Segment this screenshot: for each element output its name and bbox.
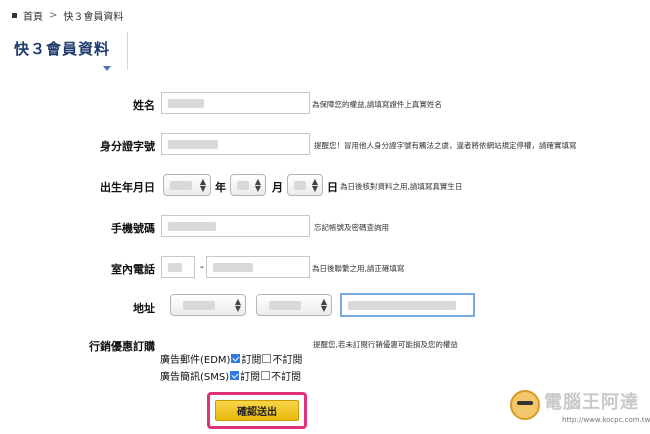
page-title: 快３會員資料 bbox=[14, 40, 111, 58]
triangle-down-icon bbox=[103, 66, 111, 71]
id-number-label: 身分證字號 bbox=[100, 140, 155, 153]
sms-label: 廣告簡訊(SMS) bbox=[160, 372, 230, 383]
mascot-icon bbox=[510, 390, 540, 420]
title-section: 快３會員資料 bbox=[0, 28, 650, 71]
name-hint: 為保障您的權益,請填寫證件上真實姓名 bbox=[312, 100, 442, 109]
phone-hint: 為日後聯繫之用,請正確填寫 bbox=[312, 264, 405, 273]
sms-unsubscribe-checkbox[interactable] bbox=[261, 371, 271, 380]
phone-area-input[interactable] bbox=[161, 256, 195, 278]
watermark-url: http://www.kocpc.com.tw bbox=[562, 416, 650, 424]
watermark: 電腦王阿達 http://www.kocpc.com.tw bbox=[510, 388, 650, 434]
submit-button[interactable]: 確認送出 bbox=[215, 400, 299, 421]
phone-dash: - bbox=[200, 260, 204, 273]
year-unit: 年 bbox=[215, 181, 226, 194]
updown-arrows-icon: ▲ ▼ bbox=[234, 297, 241, 313]
id-number-hint: 提醒您！冒用他人身分證字號有觸法之虞，違者將依網站規定停權，請確實填寫 bbox=[314, 141, 577, 150]
mobile-hint: 忘記帳號及密碼查詢用 bbox=[314, 223, 389, 232]
bullet-icon bbox=[12, 13, 17, 18]
watermark-text: 電腦王阿達 bbox=[544, 392, 639, 413]
phone-label: 室內電話 bbox=[111, 263, 155, 276]
submit-highlight-frame: 確認送出 bbox=[207, 392, 307, 429]
name-label: 姓名 bbox=[133, 99, 155, 112]
breadcrumb-separator: > bbox=[49, 10, 58, 21]
name-input[interactable] bbox=[161, 92, 310, 114]
edm-subscribe-checkbox[interactable] bbox=[231, 354, 241, 363]
breadcrumb-home-link[interactable]: 首頁 bbox=[23, 8, 43, 23]
breadcrumb-current: 快３會員資料 bbox=[63, 12, 124, 23]
edm-unsubscribe-checkbox[interactable] bbox=[262, 354, 272, 363]
marketing-label: 行銷優惠訂購 bbox=[89, 340, 155, 353]
id-number-input[interactable] bbox=[161, 133, 310, 155]
address-street-input[interactable] bbox=[340, 293, 475, 317]
address-city-select[interactable]: ▲ ▼ bbox=[170, 294, 246, 316]
updown-arrows-icon: ▲ ▼ bbox=[254, 177, 261, 193]
mobile-input[interactable] bbox=[161, 215, 310, 237]
sms-subscribe-checkbox[interactable] bbox=[230, 371, 240, 380]
updown-arrows-icon: ▲ ▼ bbox=[311, 177, 318, 193]
title-divider bbox=[127, 32, 128, 70]
birthday-label: 出生年月日 bbox=[100, 181, 155, 194]
birth-year-select[interactable]: ▲ ▼ bbox=[163, 174, 211, 196]
edm-label: 廣告郵件(EDM) bbox=[160, 355, 231, 366]
birth-month-select[interactable]: ▲ ▼ bbox=[230, 174, 266, 196]
marketing-hint: 提醒您,若未訂閱行銷優惠可能損及您的權益 bbox=[313, 340, 458, 349]
breadcrumb: 首頁 > 快３會員資料 bbox=[12, 8, 123, 23]
day-unit: 日 bbox=[327, 181, 338, 194]
phone-number-input[interactable] bbox=[206, 256, 310, 278]
sms-subscribe-label: 訂閱 bbox=[240, 372, 261, 383]
sms-unsubscribe-label: 不訂閱 bbox=[271, 372, 302, 383]
birthday-hint: 為日後核對資料之用,請填寫真實生日 bbox=[340, 182, 463, 191]
address-label: 地址 bbox=[133, 302, 155, 315]
month-unit: 月 bbox=[272, 181, 283, 194]
mobile-label: 手機號碼 bbox=[111, 222, 155, 235]
sms-subscription-row: 廣告簡訊(SMS) 訂閱 不訂閱 bbox=[160, 368, 301, 383]
address-district-select[interactable]: ▲ ▼ bbox=[256, 294, 332, 316]
birth-day-select[interactable]: ▲ ▼ bbox=[287, 174, 323, 196]
edm-subscription-row: 廣告郵件(EDM) 訂閱 不訂閱 bbox=[160, 351, 302, 366]
updown-arrows-icon: ▲ ▼ bbox=[320, 297, 327, 313]
edm-subscribe-label: 訂閱 bbox=[241, 355, 262, 366]
edm-unsubscribe-label: 不訂閱 bbox=[272, 355, 303, 366]
updown-arrows-icon: ▲ ▼ bbox=[199, 177, 206, 193]
